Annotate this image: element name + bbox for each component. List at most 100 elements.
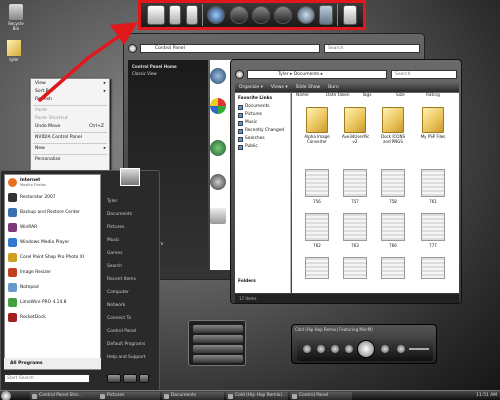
internet-explorer-icon[interactable] (207, 6, 226, 24)
favorite-link-searches[interactable]: Searches (238, 135, 287, 143)
burn-button[interactable]: Burn (328, 85, 339, 90)
start-place-connect-to[interactable]: Connect To (103, 312, 159, 325)
system-icon[interactable] (210, 68, 226, 84)
next-button[interactable] (381, 345, 389, 353)
firefox-icon[interactable] (296, 6, 315, 24)
mute-button[interactable] (397, 345, 405, 353)
favorite-link-pictures[interactable]: Pictures (238, 111, 287, 119)
image-thumbnail[interactable] (381, 213, 405, 241)
all-programs-button[interactable]: All Programs (4, 358, 101, 369)
menu-item-new[interactable]: New ▸ (31, 145, 109, 153)
image-thumbnail[interactable] (305, 169, 329, 197)
folders-toggle[interactable]: Folders (238, 279, 256, 284)
start-item-winrar[interactable]: WinRAR (5, 220, 100, 235)
menu-item-view[interactable]: View ▸ (31, 80, 109, 88)
address-bar[interactable]: Tyler ▸ Documents ▸ (247, 70, 387, 79)
previous-button[interactable] (345, 345, 353, 353)
slide-show-button[interactable]: Slide Show (296, 85, 321, 90)
power-button[interactable] (107, 374, 121, 383)
image-thumbnail[interactable] (305, 257, 329, 279)
start-item-restorator[interactable]: Restorator 2007 (5, 190, 100, 205)
image-thumbnail[interactable] (381, 257, 405, 279)
start-place-default-programs[interactable]: Default Programs (103, 338, 159, 351)
taskbar-button-pictures[interactable]: Pictures (98, 392, 160, 400)
start-place-search[interactable]: Search (103, 260, 159, 273)
start-item-notepad[interactable]: Notepad (5, 280, 100, 295)
favorite-link-documents[interactable]: Documents (238, 103, 287, 111)
image-thumbnail[interactable] (421, 169, 445, 197)
start-place-computer[interactable]: Computer (103, 286, 159, 299)
taskbar-button-media-player[interactable]: Cold (Hip Hop Remix)... (226, 392, 288, 400)
volume-slider[interactable] (409, 348, 429, 350)
start-item-image-resizer[interactable]: Image Resizer (5, 265, 100, 280)
menu-item-undo-move[interactable]: Undo Move Ctrl+Z (31, 123, 109, 131)
column-rating[interactable]: Rating (426, 93, 440, 98)
documents-window[interactable]: Tyler ▸ Documents ▸ Search Organize ▾ Vi… (230, 59, 462, 304)
taskbar-button-documents[interactable]: Documents (162, 392, 224, 400)
start-place-control-panel[interactable]: Control Panel (103, 325, 159, 338)
back-button[interactable] (235, 70, 244, 79)
folder-item[interactable]: Alpha Image Converter (304, 107, 330, 144)
image-thumbnail[interactable] (305, 213, 329, 241)
image-thumbnail[interactable] (343, 169, 367, 197)
favorite-link-public[interactable]: Public (238, 143, 287, 151)
start-place-recent-items[interactable]: Recent Items (103, 273, 159, 286)
image-thumbnail[interactable] (343, 257, 367, 279)
lock-button[interactable] (123, 374, 137, 383)
start-place-games[interactable]: Games (103, 247, 159, 260)
shutdown-options-button[interactable] (139, 374, 149, 383)
mail-icon[interactable] (319, 5, 334, 25)
clock[interactable]: 11:51 AM (469, 392, 499, 400)
favorite-link-music[interactable]: Music (238, 119, 287, 127)
column-date-taken[interactable]: Date taken (326, 93, 350, 98)
image-thumbnail[interactable] (421, 213, 445, 241)
control-panel-home-link[interactable]: Control Panel Home (132, 64, 204, 69)
start-place-network[interactable]: Network (103, 299, 159, 312)
start-place-tyler[interactable]: Tyler (103, 195, 159, 208)
security-icon[interactable] (210, 98, 226, 114)
recycle-bin-desktop-icon[interactable]: Recycle Bin (5, 4, 27, 31)
start-item-media-player[interactable]: Windows Media Player (5, 235, 100, 250)
folder-item[interactable]: Dock ICONS and PNGS (380, 107, 406, 144)
hardware-icon[interactable] (210, 174, 226, 190)
favorite-link-recently-changed[interactable]: Recently Changed (238, 127, 287, 135)
programs-icon[interactable] (210, 208, 226, 224)
computer-icon[interactable] (147, 5, 166, 25)
classic-view-link[interactable]: Classic View (132, 71, 204, 76)
folder-item[interactable]: My PSP Files (420, 107, 446, 139)
start-item-rocketdock[interactable]: RocketDock (5, 310, 100, 325)
documents-icon[interactable] (169, 5, 182, 25)
image-thumbnail[interactable] (421, 257, 445, 279)
start-item-limewire[interactable]: LimeWire PRO 4.14.8 (5, 295, 100, 310)
column-size[interactable]: Size (396, 93, 405, 98)
recycle-bin-icon[interactable] (342, 5, 357, 25)
views-button[interactable]: Views ▾ (271, 85, 288, 90)
network-icon[interactable] (210, 140, 226, 156)
start-search-input[interactable]: Start Search (4, 374, 90, 383)
user-folder-desktop-icon[interactable]: tyler (3, 40, 25, 62)
stop-button[interactable] (331, 345, 339, 353)
address-bar[interactable]: Control Panel (140, 44, 320, 53)
pause-button[interactable] (357, 340, 375, 358)
start-item-paint-shop-pro[interactable]: Corel Paint Shop Pro Photo XI (5, 250, 100, 265)
image-thumbnail[interactable] (381, 169, 405, 197)
start-item-backup[interactable]: Backup and Restore Center (5, 205, 100, 220)
sidebar-gadget[interactable] (188, 320, 246, 366)
taskbar-button-control-panel-2[interactable]: Control Panel (290, 392, 352, 400)
shuffle-button[interactable] (303, 345, 311, 353)
taskbar-button-control-panel[interactable]: Control Panel Sho... (30, 392, 100, 400)
start-item-internet[interactable]: Internet Mozilla Firefox (5, 175, 100, 190)
column-tags[interactable]: Tags (362, 93, 372, 98)
media-player-window[interactable]: Cold (Hip Hop Remix) Featuring MicrM) (291, 324, 437, 364)
image-thumbnail[interactable] (343, 213, 367, 241)
folder-item[interactable]: Ave3dUserPic v2 (342, 107, 369, 144)
repeat-button[interactable] (317, 345, 325, 353)
menu-item-refresh[interactable]: Refresh (31, 96, 109, 104)
start-place-pictures[interactable]: Pictures (103, 221, 159, 234)
menu-item-nvidia-control-panel[interactable]: NVIDIA Control Panel (31, 134, 109, 142)
start-place-documents[interactable]: Documents (103, 208, 159, 221)
search-input[interactable]: Search (324, 44, 420, 53)
start-place-music[interactable]: Music (103, 234, 159, 247)
organize-button[interactable]: Organize ▾ (239, 85, 263, 90)
alert-icon[interactable] (252, 6, 271, 24)
